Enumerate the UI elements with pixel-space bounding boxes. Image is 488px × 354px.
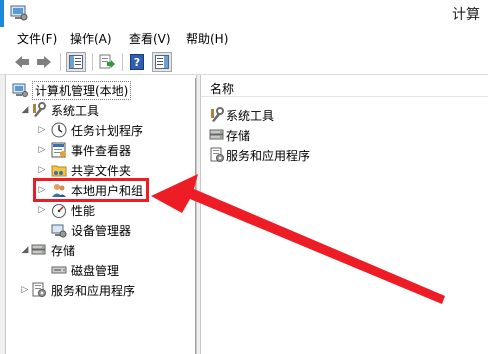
- list-item-storage[interactable]: 存储: [209, 126, 250, 144]
- disk-icon: [51, 262, 67, 278]
- tree-label: 性能: [71, 203, 96, 218]
- list-item-services-apps[interactable]: 服务和应用程序: [209, 146, 310, 164]
- performance-gauge-icon: [51, 202, 67, 218]
- tools-icon: [31, 102, 47, 118]
- menu-action[interactable]: 操作(A): [70, 30, 112, 47]
- column-header-label: 名称: [210, 82, 235, 96]
- expand-task-scheduler-icon[interactable]: ▷: [37, 125, 47, 135]
- tree-node-system-tools[interactable]: 系统工具: [31, 100, 99, 120]
- device-manager-icon: [51, 222, 67, 238]
- tree-label: 磁盘管理: [71, 263, 120, 278]
- svg-text:?: ?: [134, 56, 140, 69]
- window-title: 计算: [452, 7, 480, 23]
- storage-icon: [31, 242, 47, 258]
- tree-label: 系统工具: [51, 103, 100, 118]
- expand-event-viewer-icon[interactable]: ▷: [37, 145, 47, 155]
- list-item-label: 存储: [226, 128, 251, 143]
- list-item-system-tools[interactable]: 系统工具: [209, 106, 274, 124]
- back-icon[interactable]: [12, 52, 32, 72]
- tree-label: 任务计划程序: [71, 123, 144, 138]
- shared-folder-icon: [51, 162, 67, 178]
- tree-label: 服务和应用程序: [51, 283, 136, 298]
- event-viewer-icon: [51, 142, 67, 158]
- tree-label: 设备管理器: [71, 223, 132, 238]
- menu-view[interactable]: 查看(V): [129, 30, 171, 47]
- window-edge: [0, 0, 4, 27]
- tree-label: 事件查看器: [71, 143, 132, 158]
- tree-label: 存储: [51, 243, 76, 258]
- tree-node-event-viewer[interactable]: 事件查看器: [51, 140, 131, 160]
- annotation-highlight-box: [33, 178, 149, 202]
- storage-icon: [209, 127, 225, 143]
- help-icon[interactable]: ?: [127, 52, 147, 72]
- expand-performance-icon[interactable]: ▷: [37, 205, 47, 215]
- tree-node-shared-folders[interactable]: 共享文件夹: [51, 160, 131, 180]
- clock-icon: [51, 122, 67, 138]
- expand-shared-folders-icon[interactable]: ▷: [37, 165, 47, 175]
- collapse-system-tools-icon[interactable]: ◢: [20, 105, 30, 115]
- menu-file[interactable]: 文件(F): [17, 30, 57, 47]
- forward-icon[interactable]: [34, 52, 54, 72]
- menu-bar: 文件(F) 操作(A) 查看(V) 帮助(H): [0, 27, 488, 49]
- tree-label: 共享文件夹: [71, 163, 132, 178]
- list-item-label: 系统工具: [226, 108, 275, 123]
- tools-icon: [209, 107, 225, 123]
- tree-node-task-scheduler[interactable]: 任务计划程序: [51, 120, 143, 140]
- services-icon: [31, 282, 47, 298]
- tree-node-performance[interactable]: 性能: [51, 200, 95, 220]
- tree-node-storage[interactable]: 存储: [31, 240, 75, 260]
- expand-services-apps-icon[interactable]: ▷: [20, 285, 30, 295]
- toolbar-separator: [60, 53, 61, 71]
- toolbar: ?: [0, 49, 488, 75]
- console-tree-pane[interactable]: 计算机管理(本地) ◢ 系统工具 ▷ 任务计划程序 ▷ 事件查看器 ▷ 共享文件…: [6, 78, 196, 354]
- services-icon: [209, 147, 225, 163]
- list-item-label: 服务和应用程序: [226, 148, 311, 163]
- tree-node-services-apps[interactable]: 服务和应用程序: [31, 280, 135, 300]
- tree-node-disk-management[interactable]: 磁盘管理: [51, 260, 119, 280]
- column-header-name[interactable]: 名称: [201, 75, 488, 97]
- tree-root-label: 计算机管理(本地): [32, 80, 132, 100]
- tree-node-root[interactable]: 计算机管理(本地): [12, 80, 132, 100]
- action-pane-icon[interactable]: [152, 52, 172, 72]
- toolbar-separator: [122, 53, 123, 71]
- computer-management-icon: [12, 82, 28, 98]
- title-bar: 计算: [0, 0, 488, 27]
- toolbar-separator: [92, 53, 93, 71]
- menu-help[interactable]: 帮助(H): [186, 30, 228, 47]
- computer-management-app-icon[interactable]: [10, 4, 28, 22]
- console-tree-icon[interactable]: [66, 52, 86, 72]
- tree-node-device-manager[interactable]: 设备管理器: [51, 220, 131, 240]
- collapse-storage-icon[interactable]: ◢: [20, 245, 30, 255]
- export-list-icon[interactable]: [97, 52, 117, 72]
